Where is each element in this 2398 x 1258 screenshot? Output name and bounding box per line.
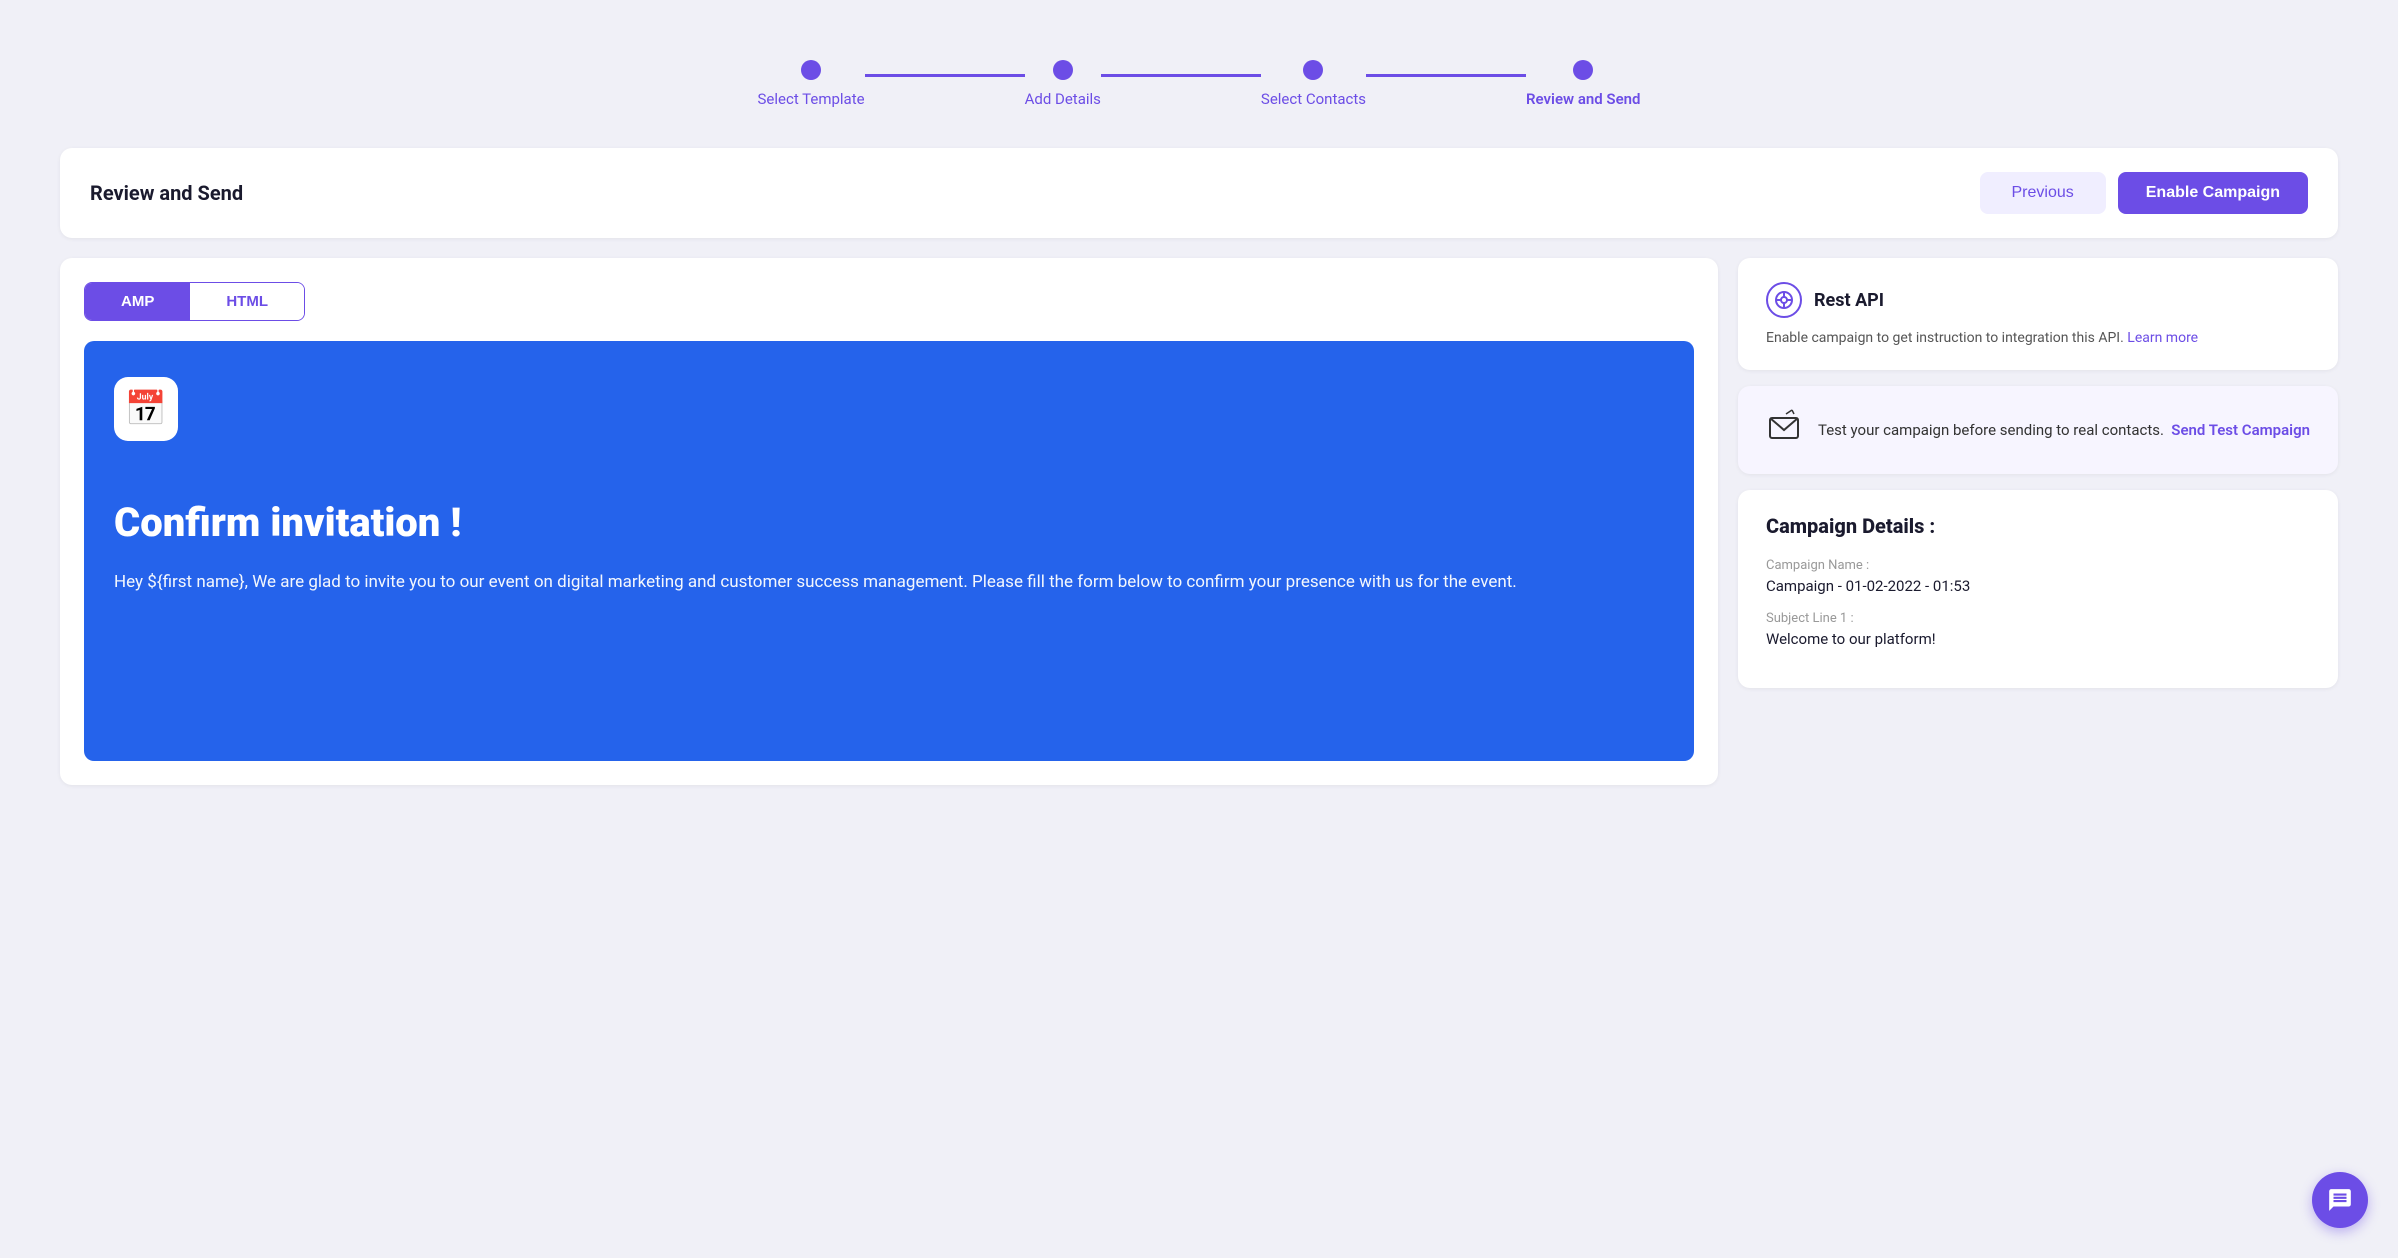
tab-switcher: AMP HTML <box>84 282 305 321</box>
right-panel: Rest API Enable campaign to get instruct… <box>1738 258 2338 688</box>
campaign-details-card: Campaign Details : Campaign Name : Campa… <box>1738 490 2338 688</box>
step-label-2: Add Details <box>1025 90 1101 108</box>
chat-widget[interactable] <box>2312 1172 2368 1228</box>
enable-campaign-button[interactable]: Enable Campaign <box>2118 172 2308 214</box>
api-icon <box>1766 282 1802 318</box>
step-circle-1 <box>801 60 821 80</box>
test-campaign-card: Test your campaign before sending to rea… <box>1738 386 2338 474</box>
calendar-icon: 📅 <box>114 377 178 441</box>
page-title: Review and Send <box>90 181 243 205</box>
email-preview-body: Hey ${first name}, We are glad to invite… <box>114 569 1664 626</box>
header-actions: Previous Enable Campaign <box>1980 172 2309 214</box>
step-circle-3 <box>1303 60 1323 80</box>
stepper: Select Template Add Details Select Conta… <box>60 30 2338 148</box>
step-select-template: Select Template <box>758 60 865 108</box>
email-preview: 📅 Confirm invitation ! Hey ${first name}… <box>84 341 1694 761</box>
rest-api-title: Rest API <box>1814 290 1884 311</box>
test-campaign-text: Test your campaign before sending to rea… <box>1818 421 2164 439</box>
campaign-details-title: Campaign Details : <box>1766 514 2310 538</box>
previous-button[interactable]: Previous <box>1980 172 2106 214</box>
learn-more-link[interactable]: Learn more <box>2127 330 2198 346</box>
header-card: Review and Send Previous Enable Campaign <box>60 148 2338 238</box>
step-connector-2 <box>1101 74 1261 77</box>
step-connector-1 <box>865 74 1025 77</box>
send-test-campaign-link[interactable]: Send Test Campaign <box>2171 421 2310 439</box>
subject-line-value: Welcome to our platform! <box>1766 630 2310 648</box>
step-label-3: Select Contacts <box>1261 90 1366 108</box>
tab-html[interactable]: HTML <box>190 283 304 320</box>
rest-api-description: Enable campaign to get instruction to in… <box>1766 330 2310 346</box>
rest-api-header: Rest API <box>1766 282 2310 318</box>
rest-api-card: Rest API Enable campaign to get instruct… <box>1738 258 2338 370</box>
step-label-1: Select Template <box>758 90 865 108</box>
tab-amp[interactable]: AMP <box>85 283 190 320</box>
envelope-icon <box>1766 408 1802 452</box>
main-content: AMP HTML 📅 Confirm invitation ! Hey ${fi… <box>60 258 2338 785</box>
test-campaign-left: Test your campaign before sending to rea… <box>1766 408 2164 452</box>
campaign-name-value: Campaign - 01-02-2022 - 01:53 <box>1766 577 2310 595</box>
email-preview-title: Confirm invitation ! <box>114 501 1664 545</box>
campaign-name-label: Campaign Name : <box>1766 558 2310 573</box>
step-review-send: Review and Send <box>1526 60 1640 108</box>
step-add-details: Add Details <box>1025 60 1101 108</box>
step-circle-2 <box>1053 60 1073 80</box>
step-label-4: Review and Send <box>1526 90 1640 108</box>
step-select-contacts: Select Contacts <box>1261 60 1366 108</box>
step-circle-4 <box>1573 60 1593 80</box>
subject-line-label: Subject Line 1 : <box>1766 611 2310 626</box>
step-connector-3 <box>1366 74 1526 77</box>
left-panel: AMP HTML 📅 Confirm invitation ! Hey ${fi… <box>60 258 1718 785</box>
